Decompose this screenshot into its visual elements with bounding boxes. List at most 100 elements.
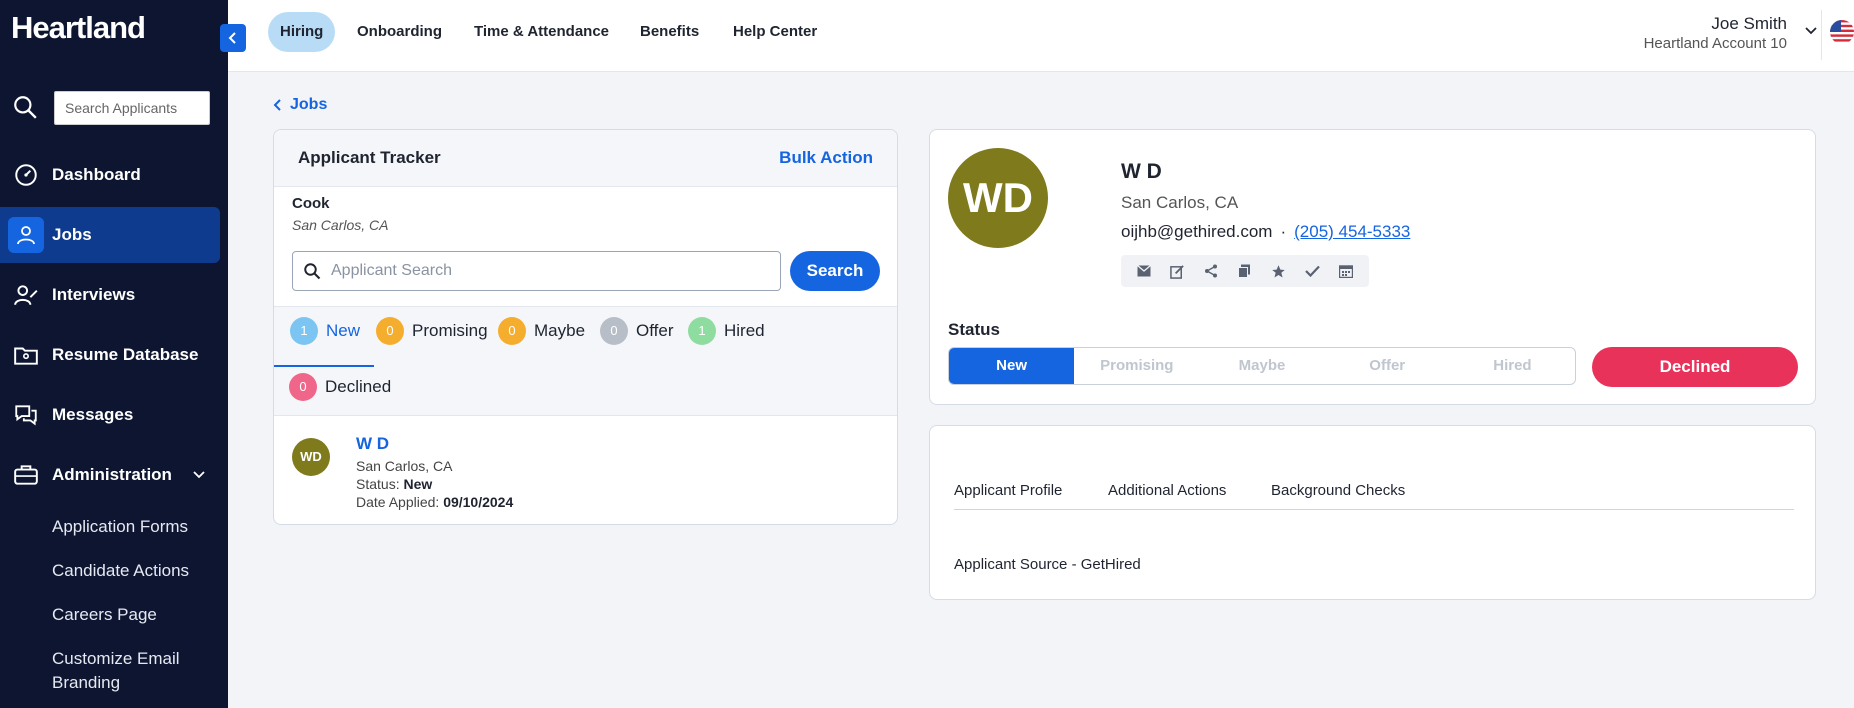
us-flag-icon[interactable] — [1830, 20, 1854, 44]
declined-button[interactable]: Declined — [1592, 347, 1798, 387]
sidebar-subitem-customize-email[interactable]: Customize Email — [52, 647, 180, 671]
status-selector: New Promising Maybe Offer Hired — [948, 347, 1576, 385]
share-icon[interactable] — [1202, 262, 1220, 280]
stage-tabs: 1 New 0 Promising 0 Maybe 0 Offer 1 Hire… — [274, 306, 897, 416]
sidebar-subitem-candidate-actions[interactable]: Candidate Actions — [52, 559, 189, 583]
stage-count: 1 — [290, 317, 318, 345]
stage-tab-promising[interactable]: 0 Promising — [376, 317, 488, 345]
stage-count: 0 — [376, 317, 404, 345]
applicant-search-input[interactable]: Applicant Search — [292, 251, 781, 291]
job-title: Cook — [292, 195, 330, 212]
chevron-down-icon[interactable] — [1804, 24, 1818, 43]
account-name: Heartland Account 10 — [1643, 35, 1787, 52]
folder-icon — [12, 341, 40, 369]
applicant-profile-card: WD W D San Carlos, CA oijhb@gethired.com… — [929, 129, 1816, 405]
details-tabs: Applicant Profile Additional Actions Bac… — [954, 482, 1794, 510]
stage-count: 1 — [688, 317, 716, 345]
applicant-details-card: Applicant Profile Additional Actions Bac… — [929, 425, 1816, 600]
back-to-jobs-link[interactable]: Jobs — [272, 96, 327, 114]
interviews-icon — [12, 281, 40, 309]
sidebar-subitem-careers-page[interactable]: Careers Page — [52, 603, 157, 627]
top-nav: Hiring Onboarding Time & Attendance Bene… — [228, 0, 1854, 72]
stage-label: Promising — [412, 321, 488, 340]
profile-location: San Carlos, CA — [1121, 193, 1239, 212]
star-icon[interactable] — [1270, 262, 1288, 280]
tab-onboarding[interactable]: Onboarding — [345, 12, 454, 52]
tab-background-checks[interactable]: Background Checks — [1271, 482, 1405, 499]
active-tab-indicator — [274, 365, 374, 367]
tab-time-attendance[interactable]: Time & Attendance — [462, 12, 621, 52]
chevron-down-icon — [192, 467, 206, 487]
stage-count: 0 — [498, 317, 526, 345]
sidebar-item-label: Resume Database — [52, 345, 199, 364]
chevron-left-icon — [228, 32, 236, 44]
profile-contact: oijhb@gethired.com · (205) 454-5333 — [1121, 222, 1410, 242]
applicant-status: Status: New — [356, 476, 432, 492]
status-option-promising[interactable]: Promising — [1074, 348, 1199, 384]
status-option-new[interactable]: New — [949, 348, 1075, 384]
sidebar-subitem-branding[interactable]: Branding — [52, 671, 120, 695]
briefcase-icon — [12, 461, 40, 489]
sidebar-item-label: Jobs — [52, 225, 92, 244]
status-option-maybe[interactable]: Maybe — [1199, 348, 1324, 384]
tab-hiring[interactable]: Hiring — [268, 12, 336, 52]
applicant-source: Applicant Source - GetHired — [954, 556, 1141, 573]
date-label: Date Applied: — [356, 494, 440, 510]
edit-icon[interactable] — [1169, 262, 1187, 280]
stage-label: Declined — [325, 377, 392, 396]
divider — [1821, 10, 1822, 60]
profile-phone-link[interactable]: (205) 454-5333 — [1294, 222, 1410, 242]
tab-help-center[interactable]: Help Center — [721, 12, 829, 52]
sidebar-item-label: Interviews — [52, 285, 136, 304]
sidebar-item-interviews[interactable]: Interviews — [0, 267, 220, 323]
stage-tab-new[interactable]: 1 New — [290, 317, 360, 345]
sidebar-item-label: Messages — [52, 405, 134, 424]
user-name[interactable]: Joe Smith — [1711, 14, 1787, 34]
applicant-date: Date Applied: 09/10/2024 — [356, 494, 513, 510]
sidebar-subitem-application-forms[interactable]: Application Forms — [52, 515, 188, 539]
email-icon[interactable] — [1135, 262, 1153, 280]
check-icon[interactable] — [1303, 262, 1321, 280]
stage-count: 0 — [289, 373, 317, 401]
status-option-hired[interactable]: Hired — [1450, 348, 1575, 384]
chevron-left-icon — [273, 99, 281, 111]
brand-logo: Heartland — [11, 10, 146, 45]
applicant-tracker-card: Applicant Tracker Bulk Action Cook San C… — [273, 129, 898, 525]
copy-icon[interactable] — [1236, 262, 1254, 280]
stage-tab-maybe[interactable]: 0 Maybe — [498, 317, 585, 345]
applicant-name-link[interactable]: W D — [356, 434, 389, 454]
sidebar-item-messages[interactable]: Messages — [0, 387, 220, 443]
chat-icon — [12, 401, 40, 429]
profile-name: W D — [1121, 160, 1162, 183]
status-option-offer[interactable]: Offer — [1325, 348, 1450, 384]
sidebar: Heartland Search Applicants Dashboard Jo… — [0, 0, 228, 708]
sidebar-search: Search Applicants — [12, 91, 210, 125]
back-link-label: Jobs — [290, 96, 328, 113]
list-item[interactable]: WD W D San Carlos, CA Status: New Date A… — [292, 430, 882, 520]
job-location: San Carlos, CA — [292, 217, 389, 233]
status-label: Status: — [356, 476, 400, 492]
sidebar-item-dashboard[interactable]: Dashboard — [0, 147, 220, 203]
sidebar-item-resume-database[interactable]: Resume Database — [0, 327, 220, 383]
stage-tab-offer[interactable]: 0 Offer — [600, 317, 673, 345]
stage-label: New — [326, 321, 361, 340]
search-applicants-input[interactable]: Search Applicants — [54, 91, 210, 125]
stage-tab-hired[interactable]: 1 Hired — [688, 317, 765, 345]
avatar: WD — [292, 438, 330, 476]
sidebar-item-administration[interactable]: Administration — [0, 447, 220, 503]
bulk-action-button[interactable]: Bulk Action — [779, 148, 873, 168]
stage-tab-declined[interactable]: 0 Declined — [289, 373, 391, 401]
sidebar-item-jobs[interactable]: Jobs — [0, 207, 220, 263]
status-value: New — [403, 476, 433, 492]
tab-benefits[interactable]: Benefits — [628, 12, 711, 52]
profile-email: oijhb@gethired.com — [1121, 222, 1273, 241]
profile-action-toolbar — [1121, 255, 1369, 287]
tab-applicant-profile[interactable]: Applicant Profile — [954, 482, 1062, 499]
tab-additional-actions[interactable]: Additional Actions — [1108, 482, 1226, 499]
sidebar-collapse-button[interactable] — [220, 24, 246, 52]
search-icon[interactable] — [12, 94, 38, 120]
calendar-icon[interactable] — [1337, 262, 1355, 280]
sidebar-item-label: Dashboard — [52, 165, 141, 184]
search-button[interactable]: Search — [790, 251, 880, 291]
separator: · — [1280, 222, 1287, 241]
